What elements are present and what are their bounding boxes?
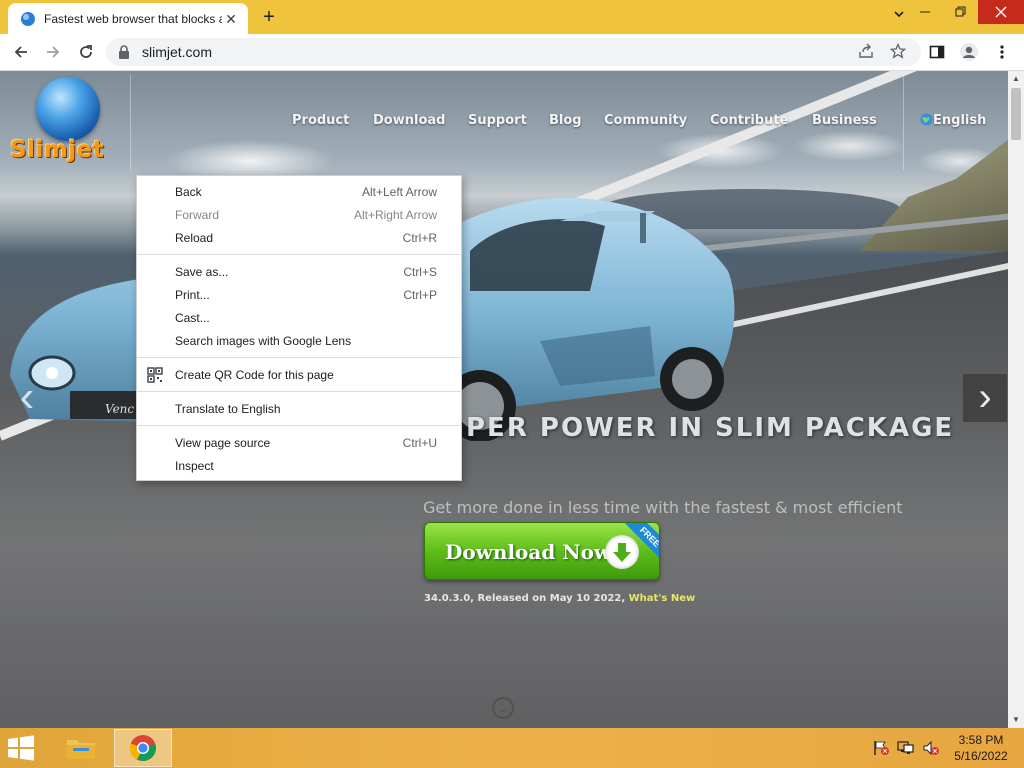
tab-title: Fastest web browser that blocks ads [44, 11, 222, 26]
side-panel-icon[interactable] [924, 39, 950, 65]
menu-item-create-qr-code[interactable]: Create QR Code for this page [137, 363, 461, 386]
browser-toolbar: slimjet.com [0, 34, 1024, 71]
menu-item-forward[interactable]: Forward Alt+Right Arrow [137, 203, 461, 226]
svg-text:Venc: Venc [105, 402, 134, 416]
menu-separator [137, 357, 461, 358]
download-now-label: Download Now [445, 540, 612, 564]
slimjet-logo[interactable]: Slimjet [8, 75, 130, 167]
back-arrow-icon[interactable] [8, 39, 34, 65]
tab-search-icon[interactable] [888, 8, 910, 26]
version-info: 34.0.3.0, Released on May 10 2022, What'… [424, 593, 695, 604]
download-now-button[interactable]: Download Now FREE [424, 522, 660, 580]
nav-business[interactable]: Business [812, 113, 877, 128]
menu-shortcut: Ctrl+R [402, 230, 437, 245]
nav-support[interactable]: Support [468, 113, 527, 128]
network-icon[interactable] [897, 740, 915, 756]
address-url: slimjet.com [142, 44, 213, 60]
menu-item-print[interactable]: Print... Ctrl+P [137, 283, 461, 306]
tab-close-icon[interactable]: ✕ [222, 10, 240, 28]
slimjet-favicon-icon [21, 11, 35, 26]
folder-icon [67, 740, 95, 759]
nav-divider [130, 75, 131, 171]
hero-headline: PER POWER IN SLIM PACKAGE [466, 413, 955, 443]
globe-logo-icon [36, 77, 100, 141]
whats-new-link[interactable]: What's New [629, 593, 696, 604]
share-icon[interactable] [853, 38, 879, 64]
forward-arrow-icon[interactable] [40, 39, 66, 65]
restore-icon[interactable] [944, 0, 978, 24]
windows-taskbar: 3:58 PM 5/16/2022 [0, 728, 1024, 768]
chrome-taskbar-button[interactable] [114, 729, 172, 767]
menu-separator [137, 425, 461, 426]
new-tab-button[interactable]: + [256, 5, 282, 31]
file-explorer-taskbar-button[interactable] [52, 729, 110, 767]
scroll-down-chevron-icon[interactable]: ⌄ [492, 697, 514, 719]
scroll-down-arrow-icon[interactable]: ▼ [1008, 712, 1024, 728]
lock-icon[interactable] [118, 45, 130, 59]
menu-label: Search images with Google Lens [175, 333, 352, 348]
clock-date: 5/16/2022 [954, 749, 1008, 763]
menu-shortcut: Ctrl+S [403, 264, 437, 279]
profile-avatar-icon[interactable] [956, 39, 982, 65]
menu-item-view-page-source[interactable]: View page source Ctrl+U [137, 431, 461, 454]
menu-separator [137, 254, 461, 255]
menu-label: Reload [175, 230, 214, 245]
nav-blog[interactable]: Blog [549, 113, 582, 128]
nav-community[interactable]: Community [604, 113, 687, 128]
download-arrow-icon [605, 535, 639, 569]
menu-item-translate[interactable]: Translate to English [137, 397, 461, 420]
menu-label: Print... [175, 287, 210, 302]
chrome-icon [129, 735, 156, 761]
context-menu: Back Alt+Left Arrow Forward Alt+Right Ar… [136, 175, 462, 481]
menu-label: Forward [175, 207, 220, 222]
scrollbar-thumb[interactable] [1011, 88, 1021, 140]
nav-download[interactable]: Download [373, 113, 445, 128]
menu-label: Translate to English [175, 401, 281, 416]
browser-tab[interactable]: Fastest web browser that blocks ads ✕ [8, 3, 248, 34]
site-navigation: Product Download Support Blog Community … [130, 71, 1008, 171]
clock-time: 3:58 PM [958, 733, 1004, 747]
language-selector[interactable]: English [920, 113, 986, 128]
system-clock[interactable]: 3:58 PM 5/16/2022 [944, 732, 1018, 764]
menu-separator [137, 391, 461, 392]
menu-label: Save as... [175, 264, 229, 279]
menu-shortcut: Ctrl+P [403, 287, 437, 302]
nav-contribute[interactable]: Contribute [710, 113, 788, 128]
action-center-flag-icon[interactable] [872, 740, 890, 756]
close-window-icon[interactable] [978, 0, 1024, 24]
logo-wordmark: Slimjet [10, 137, 105, 163]
volume-muted-icon[interactable] [922, 740, 940, 756]
menu-shortcut: Ctrl+U [402, 435, 437, 450]
minimize-icon[interactable] [908, 0, 942, 24]
menu-item-save-as[interactable]: Save as... Ctrl+S [137, 260, 461, 283]
menu-label: Cast... [175, 310, 210, 325]
menu-label: Back [175, 184, 202, 199]
menu-item-reload[interactable]: Reload Ctrl+R [137, 226, 461, 249]
nav-divider [903, 75, 904, 171]
menu-item-cast[interactable]: Cast... [137, 306, 461, 329]
slider-prev-arrow-icon[interactable]: ‹ [10, 371, 44, 423]
nav-product[interactable]: Product [292, 113, 349, 128]
language-label: English [933, 113, 987, 128]
scroll-up-arrow-icon[interactable]: ▲ [1008, 71, 1024, 87]
menu-label: Create QR Code for this page [175, 367, 334, 382]
bookmark-star-icon[interactable] [885, 38, 911, 64]
menu-label: Inspect [175, 458, 214, 473]
menu-item-back[interactable]: Back Alt+Left Arrow [137, 180, 461, 203]
globe-icon [920, 113, 933, 126]
address-bar[interactable]: slimjet.com [106, 38, 921, 66]
menu-item-search-google-lens[interactable]: Search images with Google Lens [137, 329, 461, 352]
page-scrollbar[interactable]: ▲ ▼ [1008, 71, 1024, 728]
qr-code-icon [147, 367, 163, 383]
reload-icon[interactable] [73, 39, 99, 65]
menu-shortcut: Alt+Right Arrow [353, 207, 437, 222]
version-text: 34.0.3.0, Released on May 10 2022, [424, 593, 629, 604]
menu-label: View page source [175, 435, 271, 450]
browser-title-bar: Fastest web browser that blocks ads ✕ + [0, 0, 1024, 34]
slider-next-arrow-icon[interactable]: › [963, 374, 1007, 422]
menu-shortcut: Alt+Left Arrow [361, 184, 437, 199]
windows-start-icon[interactable] [6, 734, 36, 762]
menu-item-inspect[interactable]: Inspect [137, 454, 461, 477]
more-options-icon[interactable] [989, 39, 1015, 65]
